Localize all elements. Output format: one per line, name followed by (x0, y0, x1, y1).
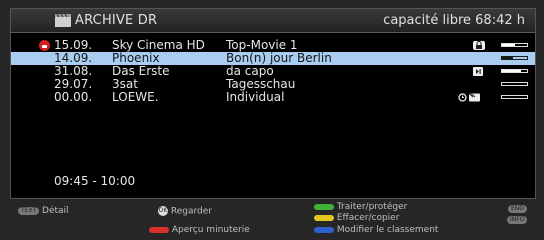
play-partial-icon (473, 67, 483, 76)
legend-red[interactable]: Aperçu minuterie (149, 225, 250, 235)
legend-green-label: Traiter/protéger (336, 202, 408, 212)
time-range: 09:45 - 10:00 (54, 174, 136, 188)
info-key-icon: INFO (507, 215, 528, 224)
recording-date: 00.00. (54, 90, 93, 104)
progress-bar (501, 69, 528, 73)
legend-blue-label: Modifier le classement (336, 225, 439, 235)
legend-yellow-label: Effacer/copier (336, 213, 400, 223)
page-title: ARCHIVE DR (75, 13, 158, 28)
progress-bar (501, 95, 528, 99)
legend-green[interactable]: Traiter/protéger (314, 202, 407, 212)
ok-key-icon: OK (158, 206, 168, 216)
recording-row[interactable]: 00.00. LOEWE. Individual (11, 91, 535, 104)
yellow-key-icon (314, 214, 334, 221)
legend-watch-label: Regarder (170, 206, 212, 217)
free-capacity: capacité libre 68:42 h (383, 13, 525, 28)
progress-bar (501, 43, 528, 47)
legend-blue[interactable]: Modifier le classement (314, 225, 438, 235)
red-key-icon (149, 226, 169, 233)
end-key[interactable]: END (508, 204, 527, 214)
progress-bar (501, 56, 528, 60)
progress-bar (501, 82, 528, 86)
recording-title: Individual (226, 90, 285, 104)
end-key-icon: END (508, 204, 527, 213)
archive-panel: ARCHIVE DR capacité libre 68:42 h 15.09.… (10, 8, 536, 199)
text-key-icon: TEXT (18, 206, 40, 215)
recording-channel: LOEWE. (112, 90, 159, 104)
legend-detail[interactable]: TEXT Détail (18, 206, 69, 216)
lock-badge-icon (473, 41, 485, 50)
lock-icon (39, 40, 50, 51)
header-bar: ARCHIVE DR capacité libre 68:42 h (11, 9, 535, 33)
legend-red-label: Aperçu minuterie (171, 225, 250, 235)
legend-yellow[interactable]: Effacer/copier (314, 213, 399, 223)
blue-key-icon (314, 226, 334, 233)
film-archive-icon (55, 14, 71, 27)
green-key-icon (314, 203, 334, 210)
legend-watch[interactable]: OK Regarder (158, 206, 212, 217)
timer-recording-icons (458, 93, 480, 102)
key-legend: TEXT Détail OK Regarder Aperçu minuterie… (0, 197, 544, 240)
recordings-list: 15.09. Sky Cinema HD Top-Movie 1 14.09. … (11, 39, 535, 104)
legend-detail-label: Détail (42, 206, 69, 216)
info-key[interactable]: INFO (507, 215, 528, 225)
